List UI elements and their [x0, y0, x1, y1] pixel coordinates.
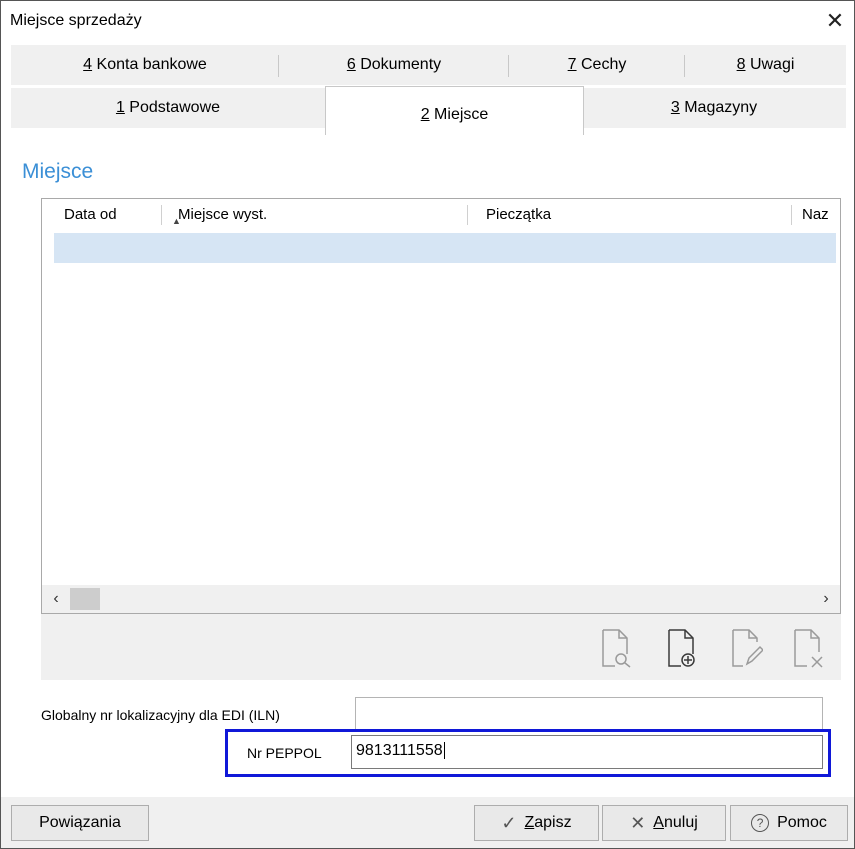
tab-cechy[interactable]: 7 Cechy	[509, 45, 685, 85]
tab-label: Miejsce	[429, 106, 489, 123]
column-header-nazwa[interactable]: Naz	[802, 199, 840, 231]
close-icon[interactable]: ✕	[820, 7, 850, 35]
scroll-right-icon[interactable]: ›	[814, 589, 838, 609]
help-button[interactable]: ? Pomoc	[730, 805, 848, 841]
tab-row-1: 4 Konta bankowe 6 Dokumenty 7 Cechy 8 Uw…	[11, 45, 846, 85]
iln-label: Globalny nr lokalizacyjny dla EDI (ILN)	[41, 707, 280, 723]
dialog-window: Miejsce sprzedaży ✕ 4 Konta bankowe 6 Do…	[0, 0, 855, 849]
window-title: Miejsce sprzedaży	[10, 12, 142, 29]
peppol-label: Nr PEPPOL	[247, 745, 322, 761]
edit-document-icon[interactable]	[727, 628, 763, 668]
tab-podstawowe[interactable]: 1 Podstawowe	[11, 88, 325, 128]
grid-toolbar	[41, 614, 841, 680]
tab-uwagi[interactable]: 8 Uwagi	[685, 45, 846, 85]
tab-hotkey: 1	[115, 99, 125, 116]
iln-field[interactable]	[355, 697, 823, 731]
tab-konta-bankowe[interactable]: 4 Konta bankowe	[11, 45, 279, 85]
column-label: Naz	[802, 206, 829, 223]
tab-hotkey: 8	[736, 56, 746, 73]
peppol-field[interactable]: 9813111558	[351, 735, 823, 769]
section-heading: Miejsce	[22, 160, 94, 183]
scroll-left-icon[interactable]: ‹	[44, 589, 68, 609]
column-header-miejsce-wyst[interactable]: Miejsce wyst.	[172, 199, 468, 231]
tab-label: Cechy	[576, 56, 627, 73]
tab-label: Dokumenty	[355, 56, 442, 73]
column-label: Pieczątka	[486, 206, 552, 223]
tab-label: Konta bankowe	[92, 56, 207, 73]
tab-label: Podstawowe	[124, 99, 221, 116]
scrollbar-thumb[interactable]	[70, 588, 100, 610]
tab-dokumenty[interactable]: 6 Dokumenty	[279, 45, 509, 85]
save-button[interactable]: ✓ Zapisz	[474, 805, 599, 841]
button-label: Anuluj	[653, 814, 698, 831]
tab-hotkey: 6	[346, 56, 356, 73]
delete-document-icon[interactable]	[789, 628, 825, 668]
cancel-button[interactable]: ✕ Anuluj	[602, 805, 726, 841]
places-grid[interactable]: Data od ▲ Miejsce wyst. Pieczątka Naz ‹ …	[41, 198, 841, 614]
tab-label: Uwagi	[745, 56, 795, 73]
tab-hotkey: 2	[420, 106, 430, 123]
column-header-pieczatka[interactable]: Pieczątka	[468, 199, 792, 231]
column-label: Data od	[64, 206, 117, 223]
cross-icon: ✕	[630, 812, 646, 833]
peppol-value: 9813111558	[356, 742, 443, 759]
tab-row-2: 1 Podstawowe 2 Miejsce 3 Magazyny	[11, 86, 846, 135]
grid-header: Data od ▲ Miejsce wyst. Pieczątka Naz	[42, 199, 840, 232]
selected-empty-row[interactable]	[54, 233, 836, 263]
tab-content: Miejsce Data od ▲ Miejsce wyst. Pieczątk…	[11, 132, 846, 792]
checkmark-icon: ✓	[501, 812, 517, 833]
title-bar: Miejsce sprzedaży ✕	[1, 1, 854, 41]
tab-hotkey: 7	[567, 56, 577, 73]
tab-hotkey: 4	[83, 56, 93, 73]
preview-document-icon[interactable]	[597, 628, 633, 668]
tab-label: Magazyny	[679, 99, 758, 116]
column-label: Miejsce wyst.	[178, 206, 268, 223]
button-bar: Powiązania ✓ Zapisz ✕ Anuluj ? Pomoc	[1, 797, 854, 848]
button-label: Powiązania	[39, 814, 121, 831]
tab-magazyny[interactable]: 3 Magazyny	[582, 88, 846, 128]
button-label: Zapisz	[524, 814, 572, 831]
tab-miejsce[interactable]: 2 Miejsce	[325, 86, 584, 135]
help-icon: ?	[751, 814, 770, 832]
button-label: Pomoc	[777, 814, 827, 831]
horizontal-scrollbar[interactable]: ‹ ›	[42, 585, 840, 613]
add-document-icon[interactable]	[663, 628, 699, 668]
links-button[interactable]: Powiązania	[11, 805, 149, 841]
column-header-data-od[interactable]: Data od ▲	[64, 199, 181, 231]
tab-hotkey: 3	[670, 99, 680, 116]
